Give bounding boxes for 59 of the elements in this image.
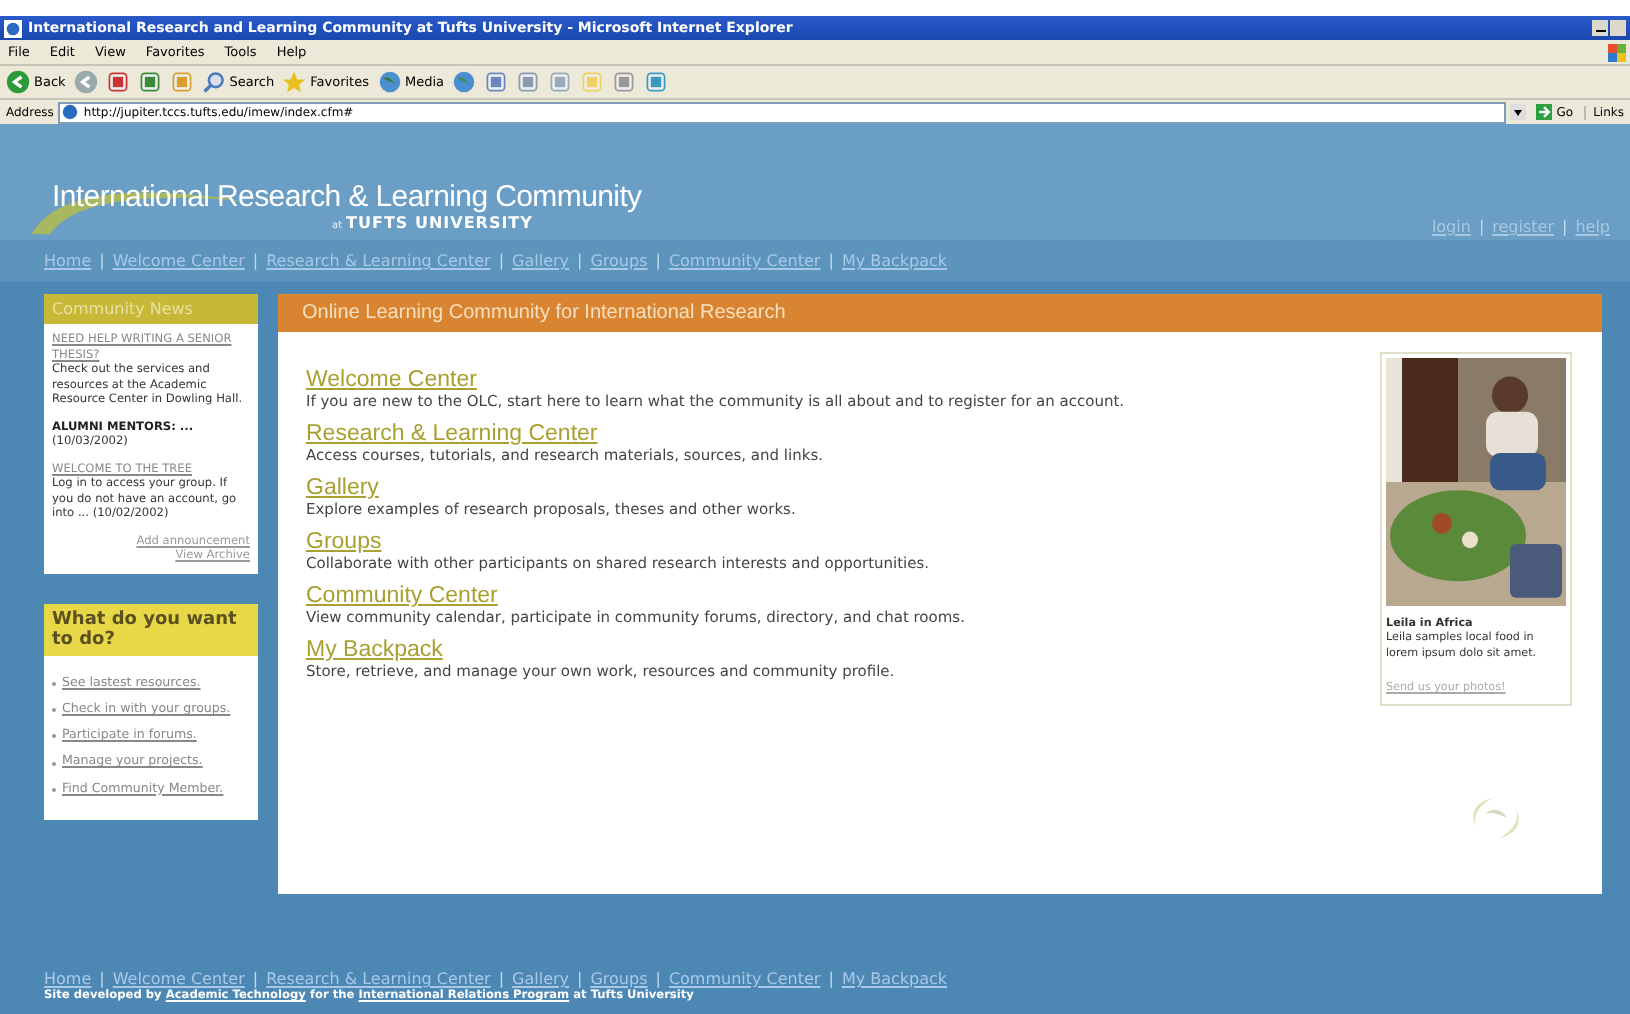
main-header: Online Learning Community for International Research <box>278 294 1602 332</box>
footer-link[interactable]: Community Center <box>668 970 821 988</box>
footer-link[interactable]: Welcome Center <box>112 970 245 988</box>
account-link[interactable]: login <box>1431 218 1471 236</box>
account-link[interactable]: help <box>1575 218 1610 236</box>
separator: | <box>1562 218 1568 236</box>
nav-link[interactable]: Welcome Center <box>112 252 245 270</box>
dropdown-icon[interactable] <box>1510 104 1527 120</box>
toolbar-button[interactable] <box>73 70 98 94</box>
toolbar-button[interactable] <box>137 70 162 94</box>
separator: | <box>828 970 834 988</box>
section-link[interactable]: Groups <box>306 530 1378 554</box>
site-subtitle: TUFTS UNIVERSITY <box>346 214 533 232</box>
separator: | <box>498 970 505 988</box>
footer-link[interactable]: Home <box>44 970 92 988</box>
separator: | <box>828 252 834 270</box>
toolbar-button[interactable] <box>452 70 477 94</box>
separator: | <box>577 252 583 270</box>
nav-link[interactable]: Groups <box>590 252 648 270</box>
news-header: Community News <box>44 294 258 324</box>
toolbar-button[interactable] <box>548 70 573 94</box>
separator: | <box>99 970 105 988</box>
section-link[interactable]: Welcome Center <box>306 368 1378 392</box>
footer-link[interactable]: My Backpack <box>841 970 948 988</box>
nav-link[interactable]: Research & Learning Center <box>266 252 491 270</box>
toolbar-button[interactable] <box>169 70 194 94</box>
separator: | <box>498 252 505 270</box>
toolbar-button[interactable] <box>105 70 130 94</box>
separator: | <box>252 252 259 270</box>
nav-link[interactable]: My Backpack <box>841 252 948 270</box>
separator: | <box>99 252 105 270</box>
page-icon <box>61 104 78 120</box>
search-icon <box>201 70 226 94</box>
account-link[interactable]: register <box>1492 218 1554 236</box>
footer-link[interactable]: Research & Learning Center <box>266 970 491 988</box>
separator: | <box>655 970 661 988</box>
browser-icon <box>4 19 22 37</box>
nav-link[interactable]: Gallery <box>512 252 570 270</box>
footer-link[interactable]: Groups <box>590 970 648 988</box>
footer-link[interactable]: Gallery <box>512 970 570 988</box>
toolbar-button[interactable] <box>644 70 669 94</box>
minimize-button[interactable] <box>1592 20 1608 36</box>
toolbar-button[interactable] <box>484 70 509 94</box>
windows-logo-icon <box>1608 43 1626 61</box>
section-link[interactable]: Community Center <box>306 584 1378 608</box>
separator: | <box>252 970 259 988</box>
toolbar-button[interactable] <box>612 70 637 94</box>
todo-header: What do you want to do? <box>44 603 258 656</box>
section-link[interactable]: My Backpack <box>306 638 1378 662</box>
section-link[interactable]: Gallery <box>306 476 1378 500</box>
toolbar-button[interactable] <box>516 70 541 94</box>
section-link[interactable]: Research & Learning Center <box>306 422 1378 446</box>
star-icon <box>282 70 307 94</box>
globe-icon <box>377 70 401 94</box>
separator: | <box>1478 218 1485 236</box>
nav-link[interactable]: Home <box>44 252 92 270</box>
separator: | <box>577 970 583 988</box>
separator: | <box>655 252 661 270</box>
nav-link[interactable]: Community Center <box>668 252 821 270</box>
